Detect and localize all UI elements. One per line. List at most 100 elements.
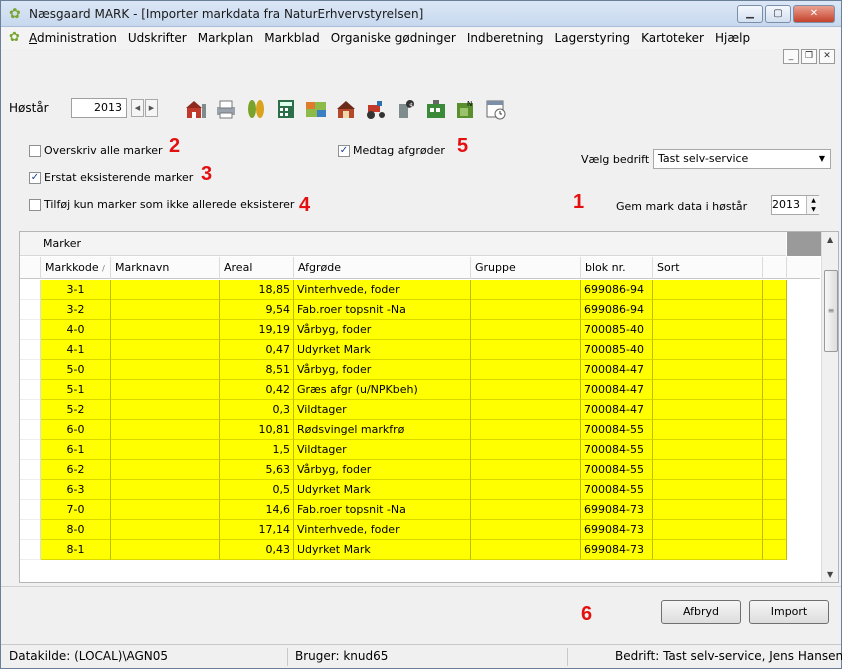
cell-markkode[interactable]: 5-2 xyxy=(41,400,111,420)
table-row[interactable]: 5-0 8,51 Vårbyg, foder 700084-47 xyxy=(20,360,820,380)
cell-sort[interactable] xyxy=(653,420,763,440)
cell-marknavn[interactable] xyxy=(111,500,220,520)
cell-sort[interactable] xyxy=(653,440,763,460)
cell-markkode[interactable]: 5-0 xyxy=(41,360,111,380)
cell-areal[interactable]: 19,19 xyxy=(220,320,294,340)
table-row[interactable]: 7-0 14,6 Fab.roer topsnit -Na 699084-73 xyxy=(20,500,820,520)
table-row[interactable]: 6-0 10,81 Rødsvingel markfrø 700084-55 xyxy=(20,420,820,440)
cell-gruppe[interactable] xyxy=(471,400,581,420)
cell-blok[interactable]: 699084-73 xyxy=(581,520,653,540)
cell-extra[interactable] xyxy=(763,380,787,400)
cell-sort[interactable] xyxy=(653,360,763,380)
table-row[interactable]: 5-1 0,42 Græs afgr (u/NPKbeh) 700084-47 xyxy=(20,380,820,400)
row-indicator[interactable] xyxy=(20,460,41,480)
cell-afgrode[interactable]: Fab.roer topsnit -Na xyxy=(294,500,471,520)
row-indicator[interactable] xyxy=(20,360,41,380)
cell-markkode[interactable]: 3-2 xyxy=(41,300,111,320)
menu-udskrifter[interactable]: Udskrifter xyxy=(128,31,187,45)
cell-blok[interactable]: 700085-40 xyxy=(581,340,653,360)
row-indicator[interactable] xyxy=(20,480,41,500)
row-indicator[interactable] xyxy=(20,380,41,400)
cell-areal[interactable]: 18,85 xyxy=(220,280,294,300)
cell-blok[interactable]: 700084-47 xyxy=(581,360,653,380)
cell-gruppe[interactable] xyxy=(471,320,581,340)
menu-hjaelp[interactable]: Hjælp xyxy=(715,31,750,45)
cell-blok[interactable]: 700084-47 xyxy=(581,380,653,400)
table-row[interactable]: 3-1 18,85 Vinterhvede, foder 699086-94 xyxy=(20,280,820,300)
cell-marknavn[interactable] xyxy=(111,300,220,320)
menu-kartoteker[interactable]: Kartoteker xyxy=(641,31,704,45)
cell-afgrode[interactable]: Fab.roer topsnit -Na xyxy=(294,300,471,320)
cell-blok[interactable]: 699086-94 xyxy=(581,300,653,320)
include-crops-box[interactable]: ✓ xyxy=(338,144,350,157)
cell-blok[interactable]: 700084-55 xyxy=(581,420,653,440)
cell-areal[interactable]: 5,63 xyxy=(220,460,294,480)
barn-icon[interactable] xyxy=(333,97,359,121)
row-indicator[interactable] xyxy=(20,400,41,420)
cell-afgrode[interactable]: Vildtager xyxy=(294,400,471,420)
calculator-icon[interactable] xyxy=(273,97,299,121)
menu-markplan[interactable]: Markplan xyxy=(198,31,254,45)
cell-gruppe[interactable] xyxy=(471,380,581,400)
table-row[interactable]: 6-3 0,5 Udyrket Mark 700084-55 xyxy=(20,480,820,500)
row-indicator[interactable] xyxy=(20,440,41,460)
cell-extra[interactable] xyxy=(763,460,787,480)
table-row[interactable]: 3-2 9,54 Fab.roer topsnit -Na 699086-94 xyxy=(20,300,820,320)
storage-icon[interactable] xyxy=(423,97,449,121)
cell-blok[interactable]: 699084-73 xyxy=(581,500,653,520)
replace-existing-checkbox[interactable]: ✓ Erstat eksisterende marker xyxy=(29,171,193,184)
cell-extra[interactable] xyxy=(763,300,787,320)
cell-markkode[interactable]: 6-3 xyxy=(41,480,111,500)
table-row[interactable]: 8-0 17,14 Vinterhvede, foder 699084-73 xyxy=(20,520,820,540)
cell-extra[interactable] xyxy=(763,320,787,340)
cell-sort[interactable] xyxy=(653,480,763,500)
cell-extra[interactable] xyxy=(763,400,787,420)
cell-afgrode[interactable]: Vårbyg, foder xyxy=(294,460,471,480)
cell-sort[interactable] xyxy=(653,280,763,300)
save-year-spinner[interactable]: ▲ ▼ xyxy=(806,196,820,214)
company-select[interactable]: Tast selv-service ▼ xyxy=(653,149,831,169)
cell-gruppe[interactable] xyxy=(471,520,581,540)
year-prev-icon[interactable]: ◀ xyxy=(131,99,144,117)
row-indicator[interactable] xyxy=(20,540,41,560)
harvest-year-input[interactable]: 2013 xyxy=(71,98,127,118)
cell-markkode[interactable]: 4-1 xyxy=(41,340,111,360)
cell-sort[interactable] xyxy=(653,400,763,420)
cell-areal[interactable]: 14,6 xyxy=(220,500,294,520)
row-indicator[interactable] xyxy=(20,340,41,360)
table-row[interactable]: 6-2 5,63 Vårbyg, foder 700084-55 xyxy=(20,460,820,480)
header-areal[interactable]: Areal xyxy=(220,257,294,279)
cell-markkode[interactable]: 5-1 xyxy=(41,380,111,400)
cell-areal[interactable]: 10,81 xyxy=(220,420,294,440)
cell-afgrode[interactable]: Vårbyg, foder xyxy=(294,360,471,380)
cell-marknavn[interactable] xyxy=(111,540,220,560)
header-gruppe[interactable]: Gruppe xyxy=(471,257,581,279)
cell-areal[interactable]: 9,54 xyxy=(220,300,294,320)
tractor-icon[interactable] xyxy=(363,97,389,121)
cell-marknavn[interactable] xyxy=(111,480,220,500)
table-row[interactable]: 4-1 0,47 Udyrket Mark 700085-40 xyxy=(20,340,820,360)
fertilizer-icon[interactable]: $ xyxy=(393,97,419,121)
minimize-icon[interactable]: ▁ xyxy=(737,5,763,23)
map-icon[interactable] xyxy=(303,97,329,121)
row-indicator[interactable] xyxy=(20,520,41,540)
cell-gruppe[interactable] xyxy=(471,300,581,320)
farm-icon[interactable] xyxy=(183,97,209,121)
cell-extra[interactable] xyxy=(763,540,787,560)
cell-afgrode[interactable]: Udyrket Mark xyxy=(294,340,471,360)
cell-gruppe[interactable] xyxy=(471,440,581,460)
row-indicator[interactable] xyxy=(20,320,41,340)
cell-afgrode[interactable]: Udyrket Mark xyxy=(294,480,471,500)
cell-afgrode[interactable]: Udyrket Mark xyxy=(294,540,471,560)
cell-sort[interactable] xyxy=(653,380,763,400)
header-markkode[interactable]: Markkode / xyxy=(41,257,111,279)
cell-areal[interactable]: 8,51 xyxy=(220,360,294,380)
cell-gruppe[interactable] xyxy=(471,280,581,300)
scroll-thumb[interactable]: ≡ xyxy=(824,270,838,352)
overwrite-all-checkbox[interactable]: Overskriv alle marker xyxy=(29,144,163,157)
cell-gruppe[interactable] xyxy=(471,540,581,560)
mdi-restore-icon[interactable]: ❐ xyxy=(801,49,817,64)
header-blok[interactable]: blok nr. xyxy=(581,257,653,279)
cell-markkode[interactable]: 8-1 xyxy=(41,540,111,560)
row-indicator[interactable] xyxy=(20,300,41,320)
